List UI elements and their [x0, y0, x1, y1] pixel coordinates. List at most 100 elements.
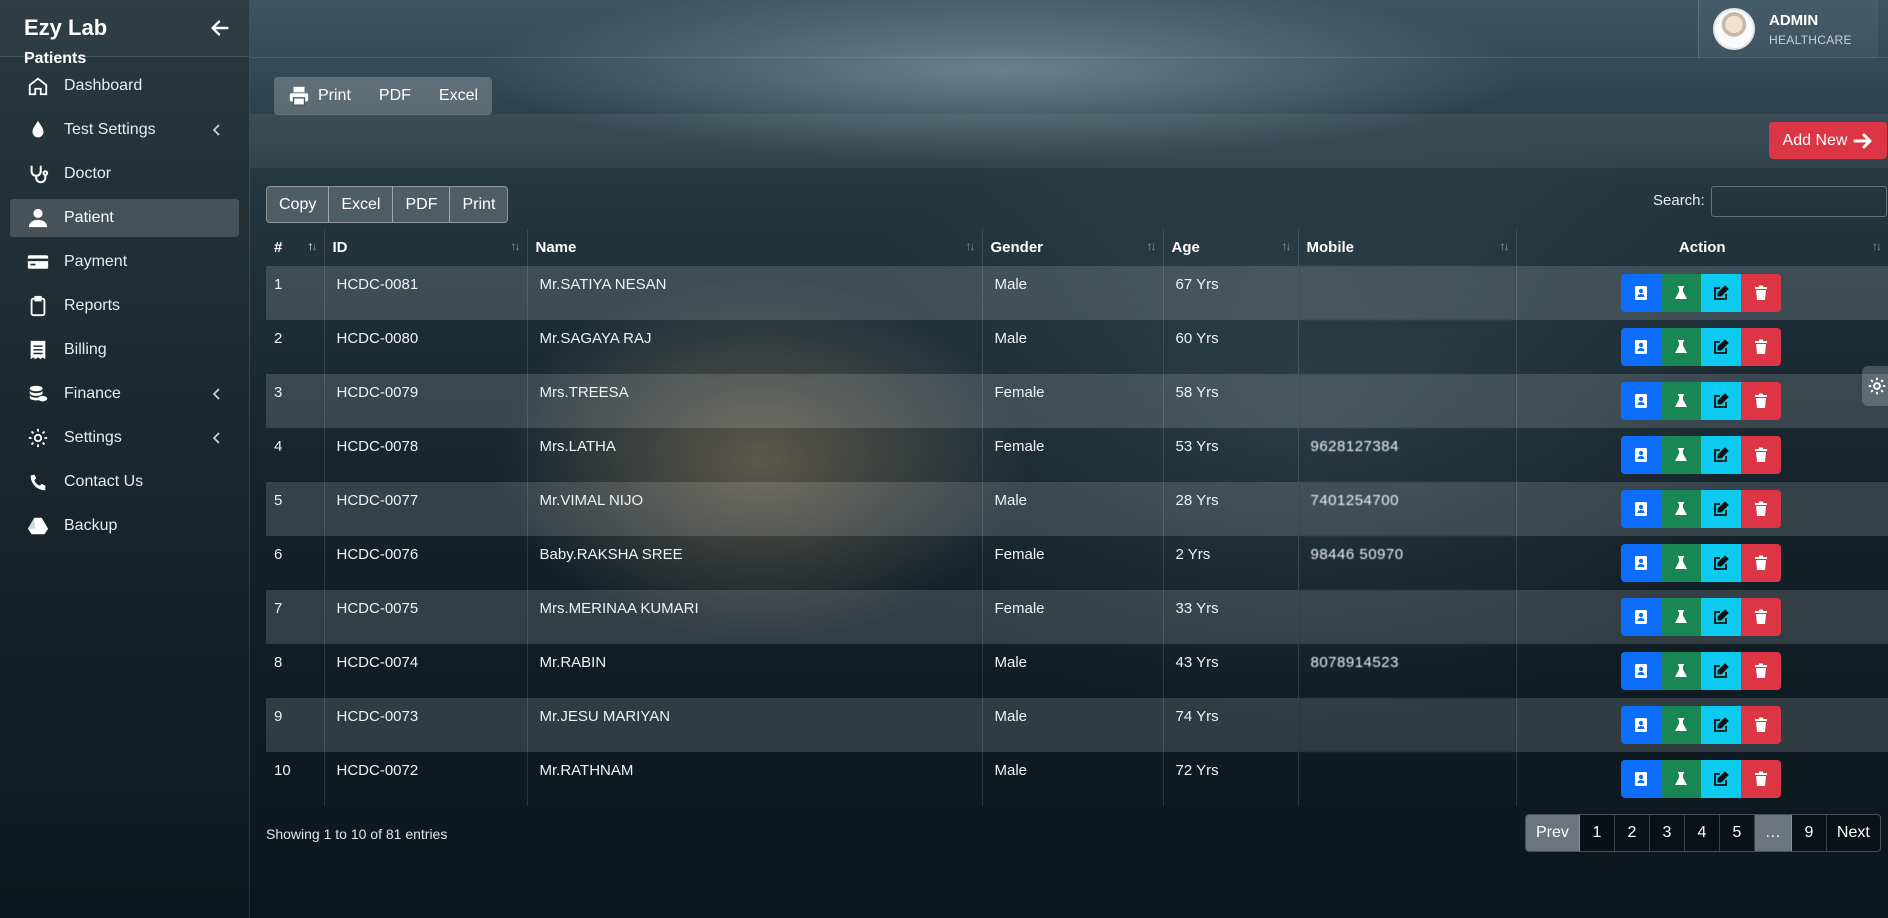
sidebar-item-finance[interactable]: Finance — [10, 375, 239, 413]
copy-button[interactable]: Copy — [267, 187, 330, 222]
table-print-button[interactable]: Print — [450, 187, 507, 222]
table-row: 4 HCDC-0078 Mrs.LATHA Female 53 Yrs 962812738… — [266, 428, 1888, 482]
page-button-2[interactable]: 2 — [1614, 815, 1650, 851]
col-name[interactable]: Name ↑↓ — [527, 229, 983, 266]
edit-button[interactable] — [1701, 598, 1742, 636]
col-action[interactable]: Action ↑↓ — [1516, 229, 1888, 266]
table-row: 3 HCDC-0079 Mrs.TREESA Female 58 Yrs — [266, 374, 1888, 428]
flask-icon — [1673, 285, 1689, 301]
cell-num: 10 — [266, 752, 325, 806]
page-button-1[interactable]: 1 — [1579, 815, 1615, 851]
lab-tests-button[interactable] — [1661, 328, 1702, 366]
delete-button[interactable] — [1741, 652, 1782, 690]
lab-tests-button[interactable] — [1661, 544, 1702, 582]
cell-age: 43 Yrs — [1163, 644, 1299, 698]
excel-button[interactable]: Excel — [425, 77, 492, 115]
sidebar-item-patient[interactable]: Patient — [10, 199, 239, 237]
view-profile-button[interactable] — [1621, 706, 1662, 744]
cell-id: HCDC-0080 — [324, 320, 528, 374]
col-id[interactable]: ID ↑↓ — [324, 229, 528, 266]
sidebar-item-billing[interactable]: Billing — [10, 331, 239, 369]
edit-button[interactable] — [1701, 274, 1742, 312]
table-pdf-button[interactable]: PDF — [393, 187, 451, 222]
cell-age: 28 Yrs — [1163, 482, 1299, 536]
clipboard-icon — [26, 295, 50, 317]
add-new-button[interactable]: Add New — [1769, 122, 1887, 159]
table-export-buttons: Copy Excel PDF Print — [266, 186, 509, 223]
lab-tests-button[interactable] — [1661, 436, 1702, 474]
edit-button[interactable] — [1701, 436, 1742, 474]
lab-tests-button[interactable] — [1661, 706, 1702, 744]
view-profile-button[interactable] — [1621, 436, 1662, 474]
delete-button[interactable] — [1741, 382, 1782, 420]
edit-icon — [1713, 393, 1730, 409]
delete-button[interactable] — [1741, 544, 1782, 582]
search-input[interactable] — [1711, 186, 1887, 217]
delete-button[interactable] — [1741, 598, 1782, 636]
cell-actions — [1516, 374, 1888, 428]
arrow-left-icon[interactable] — [209, 17, 231, 39]
view-profile-button[interactable] — [1621, 652, 1662, 690]
delete-button[interactable] — [1741, 436, 1782, 474]
edit-button[interactable] — [1701, 382, 1742, 420]
col-mobile[interactable]: Mobile ↑↓ — [1298, 229, 1517, 266]
sort-icon: ↑↓ — [1146, 239, 1157, 253]
page-button-3[interactable]: 3 — [1649, 815, 1685, 851]
sidebar-item-doctor[interactable]: Doctor — [10, 155, 239, 193]
lab-tests-button[interactable] — [1661, 598, 1702, 636]
edit-button[interactable] — [1701, 328, 1742, 366]
next-page-button[interactable]: Next — [1826, 815, 1880, 851]
prev-page-button[interactable]: Prev — [1526, 815, 1580, 851]
col-num[interactable]: # ↑↓ — [266, 229, 325, 266]
col-age[interactable]: Age ↑↓ — [1163, 229, 1299, 266]
col-action-label: Action — [1678, 239, 1726, 256]
delete-button[interactable] — [1741, 490, 1782, 528]
view-profile-button[interactable] — [1621, 760, 1662, 798]
theme-settings-tab[interactable] — [1862, 366, 1888, 406]
table-excel-button[interactable]: Excel — [329, 187, 394, 222]
action-button-group — [1621, 652, 1782, 690]
view-profile-button[interactable] — [1621, 544, 1662, 582]
edit-button[interactable] — [1701, 706, 1742, 744]
sidebar-item-payment[interactable]: Payment — [10, 243, 239, 281]
page-button-5[interactable]: 5 — [1719, 815, 1755, 851]
delete-button[interactable] — [1741, 328, 1782, 366]
chevron-left-icon — [212, 432, 220, 444]
sidebar-item-contact-us[interactable]: Contact Us — [10, 463, 239, 501]
print-button[interactable]: Print — [274, 77, 365, 115]
sidebar-item-settings[interactable]: Settings — [10, 419, 239, 457]
view-profile-button[interactable] — [1621, 490, 1662, 528]
lab-tests-button[interactable] — [1661, 760, 1702, 798]
cell-id: HCDC-0074 — [324, 644, 528, 698]
sidebar-item-reports[interactable]: Reports — [10, 287, 239, 325]
view-profile-button[interactable] — [1621, 328, 1662, 366]
lab-tests-button[interactable] — [1661, 652, 1702, 690]
sidebar-item-test-settings[interactable]: Test Settings — [10, 111, 239, 149]
sidebar-item-backup[interactable]: Backup — [10, 507, 239, 545]
edit-button[interactable] — [1701, 490, 1742, 528]
edit-button[interactable] — [1701, 760, 1742, 798]
sidebar-item-dashboard[interactable]: Dashboard — [10, 67, 239, 105]
edit-button[interactable] — [1701, 652, 1742, 690]
lab-tests-button[interactable] — [1661, 382, 1702, 420]
lab-tests-button[interactable] — [1661, 274, 1702, 312]
page-button-4[interactable]: 4 — [1684, 815, 1720, 851]
delete-button[interactable] — [1741, 706, 1782, 744]
lab-tests-button[interactable] — [1661, 490, 1702, 528]
view-profile-button[interactable] — [1621, 274, 1662, 312]
sidebar-item-label: Billing — [64, 341, 107, 358]
table-row: 6 HCDC-0076 Baby.RAKSHA SREE Female 2 Yrs 984… — [266, 536, 1888, 590]
edit-button[interactable] — [1701, 544, 1742, 582]
delete-button[interactable] — [1741, 274, 1782, 312]
pdf-button[interactable]: PDF — [365, 77, 425, 115]
profile-card-icon — [1633, 339, 1649, 355]
flask-icon — [1673, 393, 1689, 409]
page-button-9[interactable]: 9 — [1791, 815, 1827, 851]
cell-gender: Female — [982, 374, 1164, 428]
col-gender[interactable]: Gender ↑↓ — [982, 229, 1164, 266]
delete-button[interactable] — [1741, 760, 1782, 798]
user-menu[interactable]: ADMIN HEALTHCARE — [1698, 0, 1878, 58]
user-icon — [26, 207, 50, 229]
view-profile-button[interactable] — [1621, 598, 1662, 636]
view-profile-button[interactable] — [1621, 382, 1662, 420]
